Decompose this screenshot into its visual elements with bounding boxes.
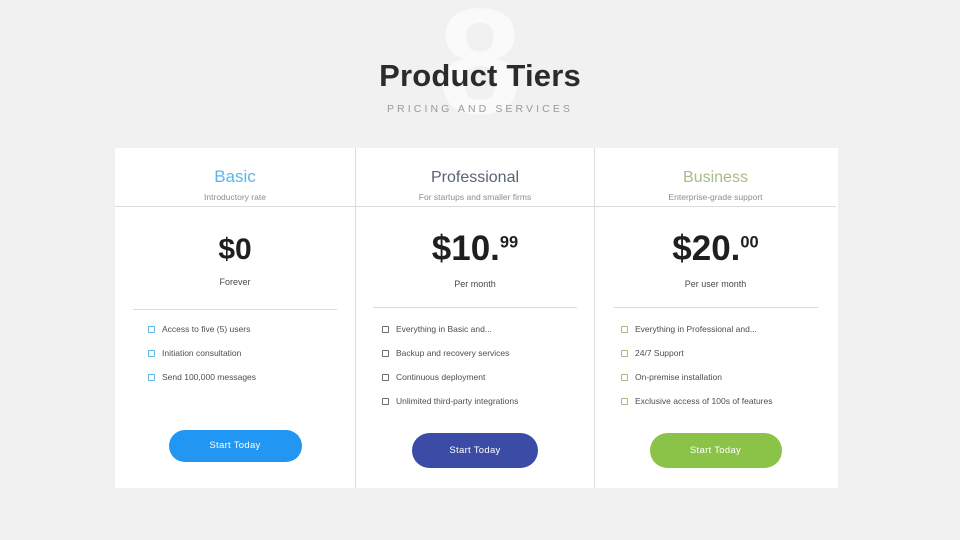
pricing-column-basic: Basic Introductory rate $0 Forever Acces…: [115, 148, 355, 488]
page-header: 8 Product Tiers PRICING AND SERVICES: [0, 0, 960, 148]
feature-label: Everything in Basic and...: [396, 324, 492, 334]
plan-price-business: $20.00: [672, 229, 759, 268]
plan-price-block-professional: $10.99 Per month: [356, 207, 594, 297]
plan-price-cents-business: 00: [740, 233, 759, 252]
plan-name-business: Business: [683, 169, 748, 186]
plan-tagline-professional: For startups and smaller firms: [418, 192, 532, 202]
list-item: Continuous deployment: [382, 373, 594, 382]
feature-list-business: Everything in Professional and... 24/7 S…: [595, 308, 836, 406]
list-item: Backup and recovery services: [382, 349, 594, 358]
feature-label: Backup and recovery services: [396, 348, 510, 359]
plan-header-professional: Professional For startups and smaller fi…: [356, 148, 594, 207]
cta-container-business: Start Today: [595, 433, 836, 468]
feature-list-professional: Everything in Basic and... Backup and re…: [356, 308, 594, 406]
bullet-icon: [148, 325, 155, 333]
start-today-button-professional[interactable]: Start Today: [412, 433, 538, 468]
list-item: Send 100,000 messages: [148, 373, 355, 382]
feature-label: Send 100,000 messages: [162, 372, 257, 383]
bullet-icon: [382, 349, 389, 357]
plan-tagline-basic: Introductory rate: [204, 192, 266, 202]
list-item: Everything in Professional and...: [621, 325, 836, 334]
plan-price-basic: $0: [218, 233, 252, 266]
plan-price-professional: $10.99: [431, 229, 519, 268]
plan-name-professional: Professional: [430, 169, 520, 186]
feature-label: On-premise installation: [635, 372, 722, 383]
feature-label: Everything in Professional and...: [635, 324, 757, 334]
cta-container-professional: Start Today: [356, 433, 594, 468]
feature-label: Unlimited third-party integrations: [396, 396, 519, 407]
plan-price-cents-professional: 99: [499, 233, 519, 252]
feature-label: Initiation consultation: [162, 348, 242, 359]
plan-price-block-business: $20.00 Per user month: [595, 207, 836, 297]
page-subtitle: PRICING AND SERVICES: [386, 103, 574, 115]
plan-header-business: Business Enterprise-grade support: [595, 148, 836, 207]
bullet-icon: [621, 349, 628, 357]
list-item: 24/7 Support: [621, 349, 836, 358]
feature-label: Exclusive access of 100s of features: [635, 396, 773, 407]
bullet-icon: [382, 325, 389, 333]
plan-price-block-basic: $0 Forever: [115, 207, 355, 297]
bullet-icon: [621, 373, 628, 381]
list-item: Everything in Basic and...: [382, 325, 594, 334]
plan-period-business: Per user month: [684, 279, 747, 289]
pricing-column-professional: Professional For startups and smaller fi…: [355, 148, 595, 488]
list-item: Initiation consultation: [148, 349, 355, 358]
list-item: Access to five (5) users: [148, 325, 355, 334]
bullet-icon: [148, 349, 155, 357]
bullet-icon: [621, 398, 628, 406]
bullet-icon: [382, 398, 389, 406]
plan-period-professional: Per month: [454, 279, 496, 289]
plan-tagline-business: Enterprise-grade support: [668, 192, 763, 202]
feature-label: Continuous deployment: [396, 372, 486, 383]
start-today-button-business[interactable]: Start Today: [649, 433, 782, 468]
list-item: On-premise installation: [621, 373, 836, 382]
list-item: Exclusive access of 100s of features: [621, 397, 836, 406]
feature-label: Access to five (5) users: [162, 324, 251, 334]
feature-label: 24/7 Support: [635, 348, 684, 359]
plan-header-basic: Basic Introductory rate: [115, 148, 355, 207]
plan-name-basic: Basic: [214, 167, 256, 186]
pricing-column-business: Business Enterprise-grade support $20.00…: [595, 148, 836, 488]
start-today-button-basic[interactable]: Start Today: [168, 430, 302, 462]
bullet-icon: [148, 373, 155, 381]
feature-list-basic: Access to five (5) users Initiation cons…: [115, 310, 355, 382]
pricing-table: Basic Introductory rate $0 Forever Acces…: [115, 148, 838, 488]
bullet-icon: [382, 373, 389, 381]
list-item: Unlimited third-party integrations: [382, 397, 594, 406]
bullet-icon: [621, 325, 628, 333]
cta-container-basic: Start Today: [115, 430, 355, 462]
plan-period-basic: Forever: [219, 277, 251, 287]
page-title: Product Tiers: [379, 58, 581, 93]
